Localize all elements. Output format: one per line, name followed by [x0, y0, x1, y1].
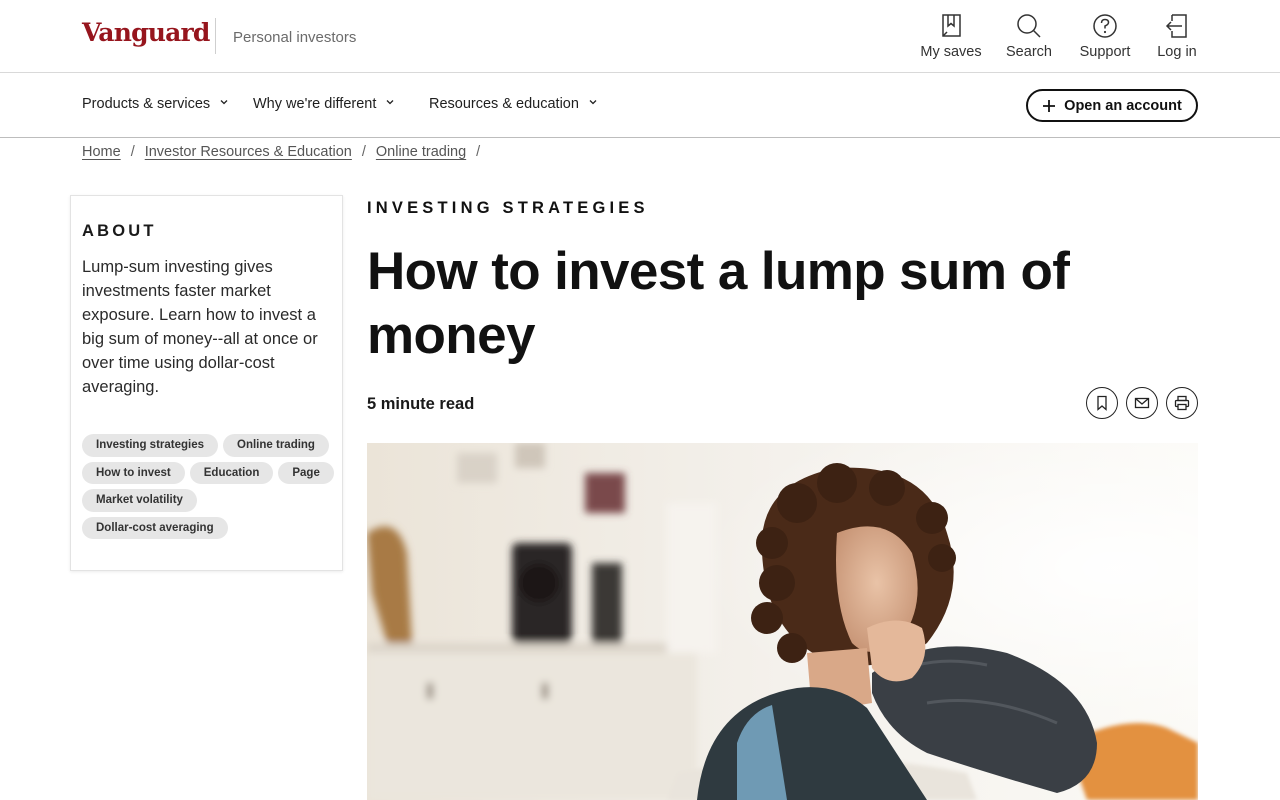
- search-label: Search: [1006, 44, 1052, 60]
- about-heading: ABOUT: [82, 222, 157, 240]
- tag-dollar-cost-averaging[interactable]: Dollar-cost averaging: [82, 516, 228, 539]
- logo-divider: [215, 18, 216, 54]
- nav-products-services[interactable]: Products & services: [82, 96, 228, 112]
- read-time: 5 minute read: [367, 395, 475, 413]
- breadcrumb: Home / Investor Resources & Education / Onli…: [82, 144, 490, 160]
- my-saves-button[interactable]: My saves: [916, 12, 986, 61]
- login-label: Log in: [1157, 44, 1197, 60]
- login-icon: [1165, 14, 1187, 38]
- breadcrumb-online-trading[interactable]: Online trading: [376, 144, 466, 160]
- open-account-label: Open an account: [1064, 97, 1182, 114]
- tag-list: Investing strategies Online trading How …: [82, 434, 340, 539]
- breadcrumb-separator: /: [476, 144, 481, 160]
- chevron-down-icon: [386, 100, 394, 105]
- tag-how-to-invest[interactable]: How to invest: [82, 461, 185, 484]
- support-button[interactable]: Support: [1070, 12, 1140, 61]
- tag-online-trading[interactable]: Online trading: [223, 434, 329, 457]
- chevron-down-icon: [220, 100, 228, 105]
- tag-investing-strategies[interactable]: Investing strategies: [82, 434, 219, 457]
- support-label: Support: [1079, 44, 1131, 60]
- vanguard-logo[interactable]: Vanguard: [82, 18, 210, 47]
- save-article-button[interactable]: [1086, 387, 1118, 419]
- breadcrumb-separator: /: [361, 144, 366, 160]
- bookmark-icon: [942, 14, 961, 37]
- top-header: Vanguard Personal investors My saves Sea…: [0, 0, 1280, 73]
- search-button[interactable]: Search: [994, 12, 1064, 61]
- main-nav: Products & services Why we're different …: [0, 73, 1280, 138]
- nav-resources-education[interactable]: Resources & education: [429, 96, 597, 112]
- tag-market-volatility[interactable]: Market volatility: [82, 489, 197, 512]
- plus-icon: [1043, 99, 1056, 112]
- open-account-button[interactable]: Open an account: [1026, 89, 1198, 122]
- help-icon: [1093, 14, 1117, 38]
- email-icon: [1134, 397, 1150, 409]
- breadcrumb-separator: /: [130, 144, 135, 160]
- search-icon: [1017, 14, 1041, 38]
- nav-item-label: Resources & education: [429, 96, 579, 112]
- woman-portrait-photo: [367, 443, 1198, 800]
- print-article-button[interactable]: [1166, 387, 1198, 419]
- my-saves-label: My saves: [920, 44, 982, 60]
- about-summary: Lump-sum investing gives investments fas…: [82, 258, 318, 396]
- breadcrumb-home[interactable]: Home: [82, 144, 121, 160]
- bookmark-icon: [1097, 395, 1107, 411]
- article-category: INVESTING STRATEGIES: [367, 199, 649, 217]
- nav-why-different[interactable]: Why we're different: [253, 96, 394, 112]
- tag-page[interactable]: Page: [278, 461, 334, 484]
- print-icon: [1174, 395, 1190, 411]
- segment-label: Personal investors: [233, 29, 357, 46]
- tag-education[interactable]: Education: [189, 461, 274, 484]
- breadcrumb-investor-resources[interactable]: Investor Resources & Education: [145, 144, 352, 160]
- hero-image: [367, 443, 1198, 800]
- article-title: How to invest a lump sum of money: [367, 242, 1070, 365]
- about-card: ABOUT Lump-sum investing gives investmen…: [70, 195, 343, 571]
- email-article-button[interactable]: [1126, 387, 1158, 419]
- nav-item-label: Products & services: [82, 96, 211, 112]
- nav-item-label: Why we're different: [253, 96, 377, 112]
- chevron-down-icon: [589, 100, 597, 105]
- login-button[interactable]: Log in: [1142, 12, 1212, 61]
